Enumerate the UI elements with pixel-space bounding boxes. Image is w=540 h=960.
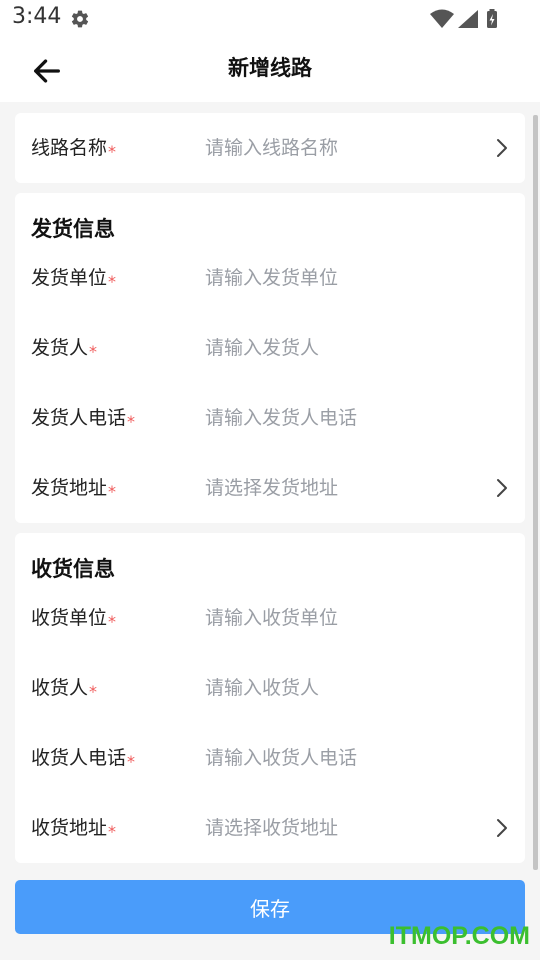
shipper-address-row[interactable]: 发货地址* xyxy=(15,453,525,523)
receiver-phone-input[interactable] xyxy=(205,741,475,775)
required-mark: * xyxy=(108,482,117,501)
required-mark: * xyxy=(127,752,136,771)
field-label: 发货人* xyxy=(31,337,98,361)
receiver-unit-row[interactable]: 收货单位* xyxy=(15,583,525,653)
field-label: 发货地址* xyxy=(31,477,117,501)
shipper-address-select[interactable] xyxy=(205,471,475,505)
battery-icon xyxy=(487,9,497,28)
system-status-icons xyxy=(430,9,497,28)
required-mark: * xyxy=(108,272,117,291)
shipper-card: 发货信息 发货单位* 发货人* 发货人电话* 发货地址* xyxy=(15,193,525,523)
shipper-phone-row[interactable]: 发货人电话* xyxy=(15,383,525,453)
watermark: ITMOP.COM xyxy=(388,922,530,950)
field-label: 发货人电话* xyxy=(31,407,136,431)
field-label: 线路名称* xyxy=(31,137,117,161)
receiver-section-title: 收货信息 xyxy=(31,557,115,581)
receiver-phone-row[interactable]: 收货人电话* xyxy=(15,723,525,793)
field-label: 收货地址* xyxy=(31,817,117,841)
chevron-right-icon xyxy=(497,139,507,157)
route-name-card: 线路名称* xyxy=(15,113,525,183)
signal-icon xyxy=(458,10,478,28)
scrollbar[interactable] xyxy=(533,115,538,870)
field-label: 发货单位* xyxy=(31,267,117,291)
required-mark: * xyxy=(89,342,98,361)
receiver-name-input[interactable] xyxy=(205,671,475,705)
shipper-unit-row[interactable]: 发货单位* xyxy=(15,243,525,313)
receiver-card: 收货信息 收货单位* 收货人* 收货人电话* 收货地址* xyxy=(15,533,525,863)
required-mark: * xyxy=(108,612,117,631)
route-name-row[interactable]: 线路名称* xyxy=(15,113,525,183)
shipper-name-row[interactable]: 发货人* xyxy=(15,313,525,383)
required-mark: * xyxy=(108,142,117,161)
route-name-input[interactable] xyxy=(205,131,475,165)
required-mark: * xyxy=(108,822,117,841)
chevron-right-icon xyxy=(497,479,507,497)
arrow-left-icon[interactable] xyxy=(30,54,64,88)
shipper-unit-input[interactable] xyxy=(205,261,475,295)
field-label: 收货人电话* xyxy=(31,747,136,771)
required-mark: * xyxy=(89,682,98,701)
shipper-name-input[interactable] xyxy=(205,331,475,365)
status-time: 3:44 xyxy=(12,4,62,29)
receiver-address-select[interactable] xyxy=(205,811,475,845)
chevron-right-icon xyxy=(497,819,507,837)
receiver-name-row[interactable]: 收货人* xyxy=(15,653,525,723)
status-bar: 3:44 xyxy=(0,0,540,38)
required-mark: * xyxy=(127,412,136,431)
page-title: 新增线路 xyxy=(228,56,312,80)
shipper-phone-input[interactable] xyxy=(205,401,475,435)
wifi-icon xyxy=(430,9,454,28)
field-label: 收货单位* xyxy=(31,607,117,631)
receiver-address-row[interactable]: 收货地址* xyxy=(15,793,525,863)
settings-icon xyxy=(71,10,89,28)
shipper-section-title: 发货信息 xyxy=(31,217,115,241)
field-label: 收货人* xyxy=(31,677,98,701)
app-bar: 新增线路 xyxy=(0,38,540,102)
receiver-unit-input[interactable] xyxy=(205,601,475,635)
